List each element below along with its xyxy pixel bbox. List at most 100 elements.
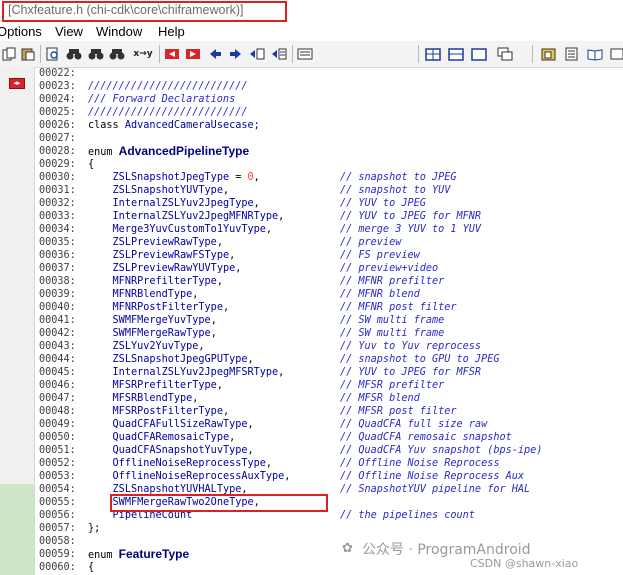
code-line[interactable]: 00033: InternalZSLYuv2JpegMFNRType, // YU…: [35, 210, 623, 223]
code-highlight-box: [110, 494, 328, 512]
find-binoculars-icon[interactable]: [65, 45, 83, 63]
code-comment: // MFSR blend: [340, 393, 420, 404]
window-tile-icon[interactable]: [424, 45, 442, 63]
members-icon[interactable]: [563, 45, 581, 63]
code-line[interactable]: 00039: MFNRBlendType, // MFNR blend: [35, 288, 623, 301]
bookmark-icon[interactable]: ◂▸: [9, 78, 25, 89]
line-number: 00053:: [39, 471, 76, 482]
code-line[interactable]: 00023: //////////////////////////: [35, 80, 623, 93]
code-line[interactable]: 00024: /// Forward Declarations: [35, 93, 623, 106]
code-line[interactable]: 00053: OfflineNoiseReprocessAuxType, // O…: [35, 470, 623, 483]
line-number: 00023:: [39, 81, 76, 92]
code-text: MFSRPostFilterType,: [112, 406, 230, 417]
line-number: 00041:: [39, 315, 76, 326]
line-number: 00030:: [39, 172, 76, 183]
code-line[interactable]: 00032: InternalZSLYuv2JpegType, // YUV to…: [35, 197, 623, 210]
code-line[interactable]: 00026: class AdvancedCameraUsecase;: [35, 119, 623, 132]
replace-icon[interactable]: x→y: [131, 45, 155, 63]
code-line[interactable]: 00046: MFSRPrefilterType, // MFSR prefilt…: [35, 379, 623, 392]
list-icon[interactable]: [296, 45, 314, 63]
code-line[interactable]: 00036: ZSLPreviewRawFSType, // FS preview: [35, 249, 623, 262]
code-comment: // SW multi frame: [340, 315, 445, 326]
code-text: QuadCFASnapshotYuvType,: [112, 445, 254, 456]
search-icon[interactable]: [44, 45, 62, 63]
editor-gutter[interactable]: [0, 67, 35, 575]
menu-help[interactable]: Help: [158, 24, 185, 39]
code-text: {: [88, 159, 95, 170]
line-number: 00057:: [39, 523, 76, 534]
window-cascade-icon[interactable]: [470, 45, 488, 63]
forward-arrow-icon[interactable]: [227, 45, 245, 63]
jump-icon[interactable]: [248, 45, 266, 63]
code-comment: // Offline Noise Reprocess: [340, 458, 500, 469]
code-text: ZSLSnapshotYUVType,: [112, 185, 230, 196]
bookmark-prev-icon[interactable]: [163, 45, 181, 63]
code-line[interactable]: 00049: QuadCFAFullSizeRawType, // QuadCFA…: [35, 418, 623, 431]
find-next-icon[interactable]: [87, 45, 105, 63]
code-text: ZSLYuv2YuvType,: [112, 341, 205, 352]
paste-icon[interactable]: [19, 45, 37, 63]
code-comment: // QuadCFA remosaic snapshot: [340, 432, 512, 443]
line-number: 00033:: [39, 211, 76, 222]
line-number: 00025:: [39, 107, 76, 118]
line-number: 00050:: [39, 432, 76, 443]
code-line[interactable]: 00052: OfflineNoiseReprocessType, // Offl…: [35, 457, 623, 470]
code-text: ZSLSnapshotJpegType = 0,: [112, 172, 260, 183]
window-split-icon[interactable]: [447, 45, 465, 63]
code-line[interactable]: 00022:: [35, 67, 623, 80]
window-title-bar: [Chxfeature.h (chi-cdk\core\chiframework…: [0, 0, 623, 23]
code-line[interactable]: 00029: {: [35, 158, 623, 171]
menu-window[interactable]: Window: [96, 24, 142, 39]
code-line[interactable]: 00035: ZSLPreviewRawType, // preview: [35, 236, 623, 249]
code-line[interactable]: 00030: ZSLSnapshotJpegType = 0, // snapsh…: [35, 171, 623, 184]
code-line[interactable]: 00043: ZSLYuv2YuvType, // Yuv to Yuv repr…: [35, 340, 623, 353]
code-line[interactable]: 00028: enum AdvancedPipelineType: [35, 145, 623, 159]
code-text: QuadCFAFullSizeRawType,: [112, 419, 254, 430]
code-comment: // snapshot to JPEG: [340, 172, 457, 183]
code-line[interactable]: 00038: MFNRPrefilterType, // MFNR prefilt…: [35, 275, 623, 288]
code-comment: // Yuv to Yuv reprocess: [340, 341, 482, 352]
code-text: //////////////////////////: [88, 81, 248, 92]
code-line[interactable]: 00057:};: [35, 522, 623, 535]
code-line[interactable]: 00037: ZSLPreviewRawYUVType, // preview+v…: [35, 262, 623, 275]
project-icon[interactable]: [540, 45, 558, 63]
line-number: 00038:: [39, 276, 76, 287]
list-icon[interactable]: [608, 45, 623, 63]
code-line[interactable]: 00031: ZSLSnapshotYUVType, // snapshot to…: [35, 184, 623, 197]
copy-icon[interactable]: [0, 45, 18, 63]
line-number: 00034:: [39, 224, 76, 235]
find-prev-icon[interactable]: [108, 45, 126, 63]
code-line[interactable]: 00044: ZSLSnapshotJpegGPUType, // snapsho…: [35, 353, 623, 366]
code-line[interactable]: 00041: SWMFMergeYuvType, // SW multi fram…: [35, 314, 623, 327]
code-text: InternalZSLYuv2JpegMFSRType,: [112, 367, 285, 378]
code-line[interactable]: 00051: QuadCFASnapshotYuvType, // QuadCFA…: [35, 444, 623, 457]
menu-view[interactable]: View: [55, 24, 83, 39]
code-text: /// Forward Declarations: [88, 94, 236, 105]
code-comment: // snapshot to YUV: [340, 185, 451, 196]
line-number: 00029:: [39, 159, 76, 170]
code-line[interactable]: 00042: SWMFMergeRawType, // SW multi fram…: [35, 327, 623, 340]
bookmark-next-icon[interactable]: [184, 45, 202, 63]
list-icon[interactable]: [270, 45, 288, 63]
line-number: 00022:: [39, 68, 76, 79]
code-comment: // YUV to JPEG for MFNR: [340, 211, 482, 222]
back-arrow-icon[interactable]: [206, 45, 224, 63]
watermark-csdn: CSDN @shawn-xiao: [470, 557, 579, 570]
book-icon[interactable]: [586, 45, 604, 63]
code-line[interactable]: 00025: //////////////////////////: [35, 106, 623, 119]
code-text: ZSLPreviewRawType,: [112, 237, 223, 248]
code-line[interactable]: 00045: InternalZSLYuv2JpegMFSRType, // YU…: [35, 366, 623, 379]
line-number: 00042:: [39, 328, 76, 339]
code-text: MFNRPostFilterType,: [112, 302, 230, 313]
code-text: {: [88, 562, 95, 573]
code-text: QuadCFARemosaicType,: [112, 432, 236, 443]
code-text: ZSLPreviewRawFSType,: [112, 250, 236, 261]
window-cascade-icon[interactable]: [496, 45, 514, 63]
code-line[interactable]: 00047: MFSRBlendType, // MFSR blend: [35, 392, 623, 405]
code-line[interactable]: 00048: MFSRPostFilterType, // MFSR post f…: [35, 405, 623, 418]
code-line[interactable]: 00040: MFNRPostFilterType, // MFNR post f…: [35, 301, 623, 314]
code-text: enum FeatureType: [88, 547, 190, 562]
menu-options[interactable]: Options: [0, 24, 42, 39]
code-line[interactable]: 00034: Merge3YuvCustomTo1YuvType, // merg…: [35, 223, 623, 236]
code-line[interactable]: 00050: QuadCFARemosaicType, // QuadCFA re…: [35, 431, 623, 444]
